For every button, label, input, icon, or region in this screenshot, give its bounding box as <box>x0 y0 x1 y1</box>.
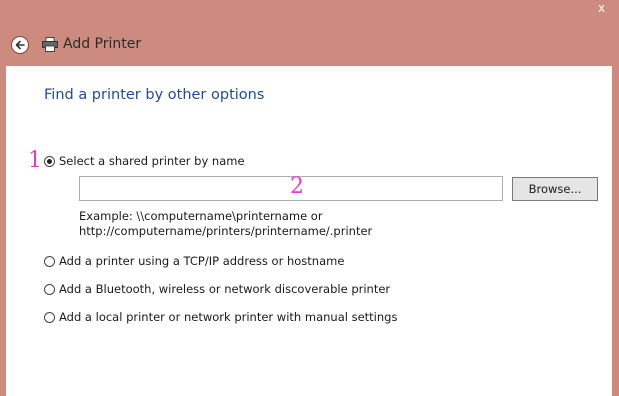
option-local-manual-settings[interactable]: Add a local printer or network printer w… <box>44 309 397 325</box>
title-bar: x Add Printer <box>0 0 619 66</box>
option-label: Add a printer using a TCP/IP address or … <box>59 254 345 268</box>
option-shared-printer-by-name[interactable]: Select a shared printer by name <box>44 153 245 169</box>
option-tcpip-address[interactable]: Add a printer using a TCP/IP address or … <box>44 253 344 269</box>
option-label: Add a local printer or network printer w… <box>59 310 398 324</box>
browse-button[interactable]: Browse... <box>512 177 598 201</box>
back-arrow-icon <box>15 40 25 50</box>
annotation-marker-1: 1 <box>28 148 42 173</box>
option-label: Select a shared printer by name <box>59 154 245 168</box>
back-button[interactable] <box>11 36 29 54</box>
printer-icon <box>42 37 58 52</box>
radio-button[interactable] <box>44 283 55 295</box>
radio-button-checked[interactable] <box>44 155 55 167</box>
annotation-marker-2: 2 <box>290 174 304 199</box>
option-label: Add a Bluetooth, wireless or network dis… <box>59 282 391 296</box>
radio-button[interactable] <box>44 311 55 323</box>
window-title: Add Printer <box>63 36 142 52</box>
example-line-2: http://computername/printers/printername… <box>79 224 373 238</box>
example-line-1: Example: \\computername\printername or <box>79 209 323 223</box>
radio-button[interactable] <box>44 255 55 267</box>
wizard-content: Find a printer by other options 1 Select… <box>6 66 612 396</box>
close-button[interactable]: x <box>584 0 619 16</box>
page-heading: Find a printer by other options <box>44 87 265 103</box>
example-text: Example: \\computername\printername or h… <box>79 209 372 239</box>
option-bluetooth-wireless[interactable]: Add a Bluetooth, wireless or network dis… <box>44 281 390 297</box>
